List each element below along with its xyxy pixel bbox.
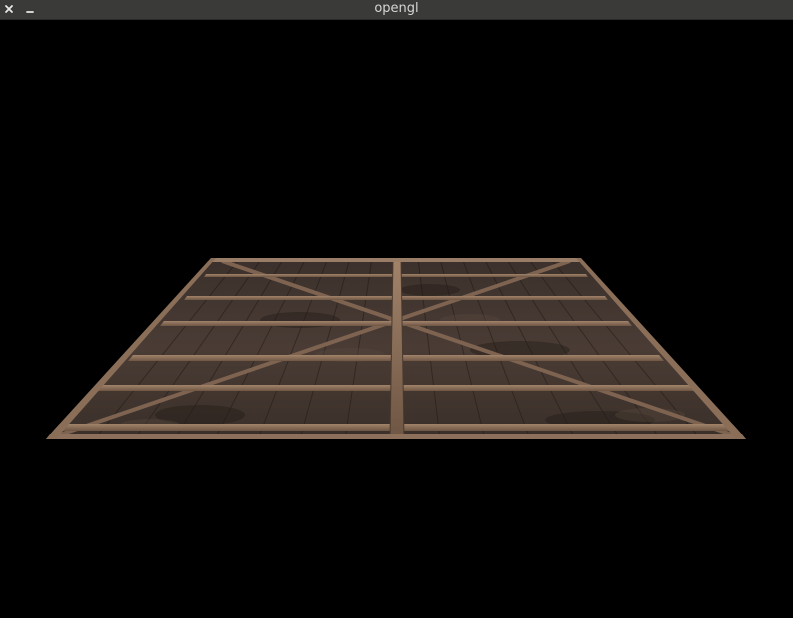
opengl-render-viewport[interactable] [0,20,793,618]
rendered-scene [46,258,746,439]
textured-floor-plane [46,258,746,439]
title-bar[interactable]: opengl [0,0,793,20]
window-title: opengl [374,1,419,16]
application-window: opengl [0,0,793,618]
